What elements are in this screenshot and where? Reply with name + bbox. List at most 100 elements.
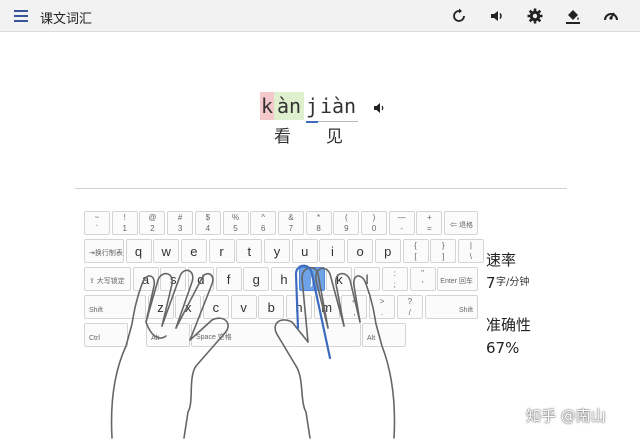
key-b[interactable]: b [258,295,285,319]
key-space[interactable]: Space 空格 [191,323,361,347]
key-letter: e [190,244,198,259]
key-shift-symbol: @ [148,213,157,222]
key-p[interactable]: p [374,239,401,263]
key-shift-right[interactable]: Shift [424,295,478,319]
key-alt-left[interactable]: Alt [146,323,190,347]
key-shift-symbol: > [379,297,385,306]
key-row2-symbol[interactable]: }] [430,239,457,263]
speaker-icon[interactable] [372,100,386,114]
key-letter: w [161,244,171,259]
key-h[interactable]: h [271,267,297,291]
key-row1[interactable]: % 5 [222,211,249,235]
key-symbol: 2 [150,224,155,233]
key-row4-symbol[interactable]: >. [369,295,396,319]
key-letter: v [240,300,247,315]
key-shift-symbol: | [469,241,472,250]
key-row3-symbol[interactable]: " ' [409,267,436,291]
key-row1[interactable]: (9 [333,211,360,235]
key-symbol: 1 [122,224,127,233]
key-letter: c [212,300,220,315]
key-enter[interactable]: Enter 回车 [437,267,478,291]
key-d[interactable]: d [187,267,214,291]
key-letter: z [157,300,164,315]
key-letter: b [267,300,275,315]
key-label: ⇥换行制表 [89,250,123,257]
menu-icon[interactable] [14,10,28,22]
key-row1[interactable]: * 8 [305,211,332,235]
key-q[interactable]: q [125,239,152,263]
key-label: ⇐ 退格 [450,222,473,229]
key-f[interactable]: f [215,267,242,291]
key-label: Space 空格 [196,334,232,341]
key-e[interactable]: e [180,239,207,263]
key-row3-symbol[interactable]: :; [381,267,408,291]
settings-icon[interactable] [526,7,544,25]
key-letter: n [295,300,303,315]
key-j[interactable]: j [298,267,325,291]
key-s[interactable]: s [160,267,187,291]
key-shift-symbol: + [427,213,432,222]
key-n[interactable]: n [286,295,312,319]
key-g[interactable]: g [243,267,270,291]
key-row1[interactable]: @2 [139,211,166,235]
key-letter: j [310,272,314,287]
key-o[interactable]: o [347,239,374,263]
key-y[interactable]: y [264,239,290,263]
key-u[interactable]: u [291,239,318,263]
restart-icon[interactable] [450,7,468,25]
key-x[interactable]: x [175,295,202,319]
speed-gauge-icon[interactable] [602,7,620,25]
pinyin-final-typed: àn [274,92,304,120]
key-a[interactable]: a [132,267,159,291]
key-row1[interactable]: — - [388,211,415,235]
key-shift-symbol: : [393,269,396,278]
app-title: 课文词汇 [40,12,93,27]
key-row2-symbol[interactable]: | \ [457,239,484,263]
key-shift-symbol: ? [407,297,413,306]
key-ctrl[interactable]: Ctrl [84,323,128,347]
key-shift-symbol: { [414,241,417,250]
key-t[interactable]: t [236,239,263,263]
key-row1[interactable]: ~ ` [84,211,110,235]
key-r[interactable]: r [208,239,235,263]
key-l[interactable]: l [354,267,381,291]
key-letter: a [141,272,150,287]
key-symbol: . [380,308,384,317]
key-row4-symbol[interactable]: <, [341,295,368,319]
key-row1[interactable]: $4 [194,211,221,235]
key-symbol: 3 [177,224,183,233]
key-k[interactable]: k [326,267,353,291]
key-i[interactable]: i [319,239,346,263]
key-tab[interactable]: ⇥换行制表 [84,239,124,263]
speed-label: 速率 [486,251,517,269]
key-v[interactable]: v [230,295,257,319]
key-letter: s [169,272,177,287]
key-row1[interactable]: ) 0 [361,211,387,235]
key-symbol: ; [393,280,396,289]
key-z[interactable]: z [147,295,174,319]
key-c[interactable]: c [202,295,229,319]
key-label: Alt [367,335,376,342]
key-m[interactable]: m [313,295,340,319]
key-alt-right[interactable]: Alt [362,323,406,347]
key-shift-left[interactable]: Shift [84,295,146,319]
key-shift-symbol: $ [205,213,211,222]
key-row2-symbol[interactable]: {[ [402,239,429,263]
key-backspace[interactable]: ⇐ 退格 [444,211,478,235]
key-row4-symbol[interactable]: ? / [396,295,423,319]
key-symbol: 4 [205,224,211,233]
key-letter: g [252,272,260,287]
key-w[interactable]: w [153,239,180,263]
theme-fill-icon[interactable] [564,7,582,25]
key-row1[interactable]: ^ 6 [250,211,277,235]
key-shift-symbol: # [177,213,183,222]
key-caps-lock[interactable]: ⇪ 大写锁定 [84,267,131,291]
key-shift-symbol: < [352,297,357,306]
key-symbol: 6 [260,224,266,233]
key-row1[interactable]: #3 [167,211,194,235]
volume-icon[interactable] [488,7,506,25]
key-row1[interactable]: & 7 [277,211,304,235]
key-row1[interactable]: + = [416,211,443,235]
key-symbol: - [400,224,404,233]
key-row1[interactable]: ! 1 [111,211,138,235]
